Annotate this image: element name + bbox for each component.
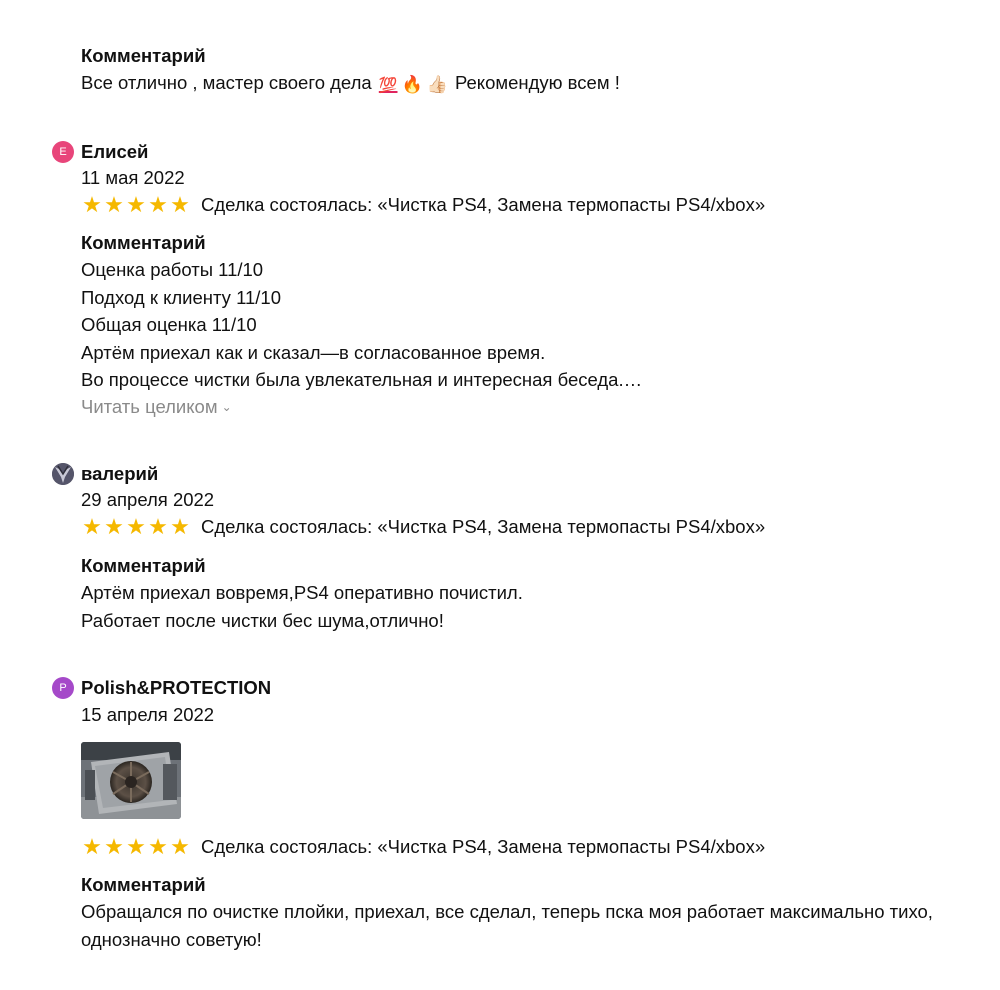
comment-body: Оценка работы 11/10 Подход к клиенту 11/… — [81, 256, 971, 394]
star-icon: ★ — [104, 514, 124, 539]
comment-line: Общая оценка 11/10 — [81, 314, 257, 335]
author-name[interactable]: Polish&PROTECTION — [81, 677, 271, 699]
comment-text: Все отлично , мастер своего дела 💯 🔥 👍🏻 Ре… — [81, 69, 971, 97]
comment-text-end: Рекомендую всем ! — [454, 72, 620, 93]
review-author-row: валерий — [52, 462, 158, 486]
avatar[interactable] — [52, 463, 74, 485]
review-date: 29 апреля 2022 — [81, 489, 215, 510]
comment-text-start: Все отлично , мастер своего дела — [81, 72, 372, 93]
deal-info: Сделка состоялась: «Чистка PS4, Замена т… — [201, 194, 766, 215]
star-icon: ★ — [170, 834, 190, 859]
star-icon: ★ — [170, 192, 190, 217]
rating-row: ★ ★ ★ ★ ★ Сделка состоялась: «Чистка PS4… — [81, 836, 971, 858]
avatar[interactable]: Е — [52, 141, 74, 163]
star-icon: ★ — [170, 514, 190, 539]
star-icon: ★ — [126, 514, 146, 539]
reviews-page: Комментарий Все отлично , мастер своего … — [0, 0, 1000, 990]
star-icon: ★ — [82, 192, 102, 217]
star-icon: ★ — [82, 514, 102, 539]
star-icon: ★ — [126, 834, 146, 859]
console-fan-photo-icon — [81, 742, 181, 819]
review-date: 15 апреля 2022 — [81, 704, 215, 725]
star-rating: ★ ★ ★ ★ ★ — [81, 836, 191, 858]
review-author-row: Е Елисей — [52, 140, 148, 164]
comment-heading: Комментарий — [81, 555, 206, 576]
comment-line: Работает после чистки бес шума,отлично! — [81, 609, 444, 631]
avatar[interactable]: P — [52, 677, 74, 699]
read-more-link[interactable]: Читать целиком ⌄ — [81, 396, 971, 418]
fire-icon: 🔥 — [401, 75, 423, 94]
star-rating: ★ ★ ★ ★ ★ — [81, 516, 191, 538]
comment-heading: Комментарий — [81, 45, 206, 66]
comment-heading: Комментарий — [81, 874, 206, 895]
comment-heading: Комментарий — [81, 232, 206, 253]
hundred-points-icon: 💯 — [378, 77, 398, 94]
comment-line: Подход к клиенту 11/10 — [81, 286, 281, 308]
star-icon: ★ — [148, 514, 168, 539]
comment-line: Артём приехал вовремя,PS4 оперативно поч… — [81, 582, 523, 603]
review-photo-thumbnail[interactable] — [81, 742, 181, 819]
rating-row: ★ ★ ★ ★ ★ Сделка состоялась: «Чистка PS4… — [81, 194, 971, 216]
deal-info: Сделка состоялась: «Чистка PS4, Замена т… — [201, 516, 766, 537]
review-author-row: P Polish&PROTECTION — [52, 676, 271, 700]
review-date: 11 мая 2022 — [81, 167, 185, 188]
star-icon: ★ — [82, 834, 102, 859]
avatar-photo-icon — [52, 463, 74, 485]
comment-body: Артём приехал вовремя,PS4 оперативно поч… — [81, 579, 971, 634]
comment-line: Оценка работы 11/10 — [81, 259, 264, 280]
star-icon: ★ — [126, 192, 146, 217]
star-rating: ★ ★ ★ ★ ★ — [81, 194, 191, 216]
deal-info: Сделка состоялась: «Чистка PS4, Замена т… — [201, 836, 766, 857]
author-name[interactable]: Елисей — [81, 141, 148, 163]
rating-row: ★ ★ ★ ★ ★ Сделка состоялась: «Чистка PS4… — [81, 516, 971, 538]
chevron-down-icon: ⌄ — [221, 400, 232, 414]
star-icon: ★ — [148, 192, 168, 217]
author-name[interactable]: валерий — [81, 463, 158, 485]
comment-line: Во процессе чистки была увлекательная и … — [81, 369, 643, 390]
comment-body: Обращался по очистке плойки, приехал, вс… — [81, 901, 933, 950]
comment-line: Артём приехал как и сказал—в согласованн… — [81, 341, 546, 363]
star-icon: ★ — [104, 834, 124, 859]
star-icon: ★ — [148, 834, 168, 859]
read-more-label: Читать целиком — [81, 396, 218, 417]
thumbs-up-icon: 👍🏻 — [426, 75, 448, 94]
star-icon: ★ — [104, 192, 124, 217]
